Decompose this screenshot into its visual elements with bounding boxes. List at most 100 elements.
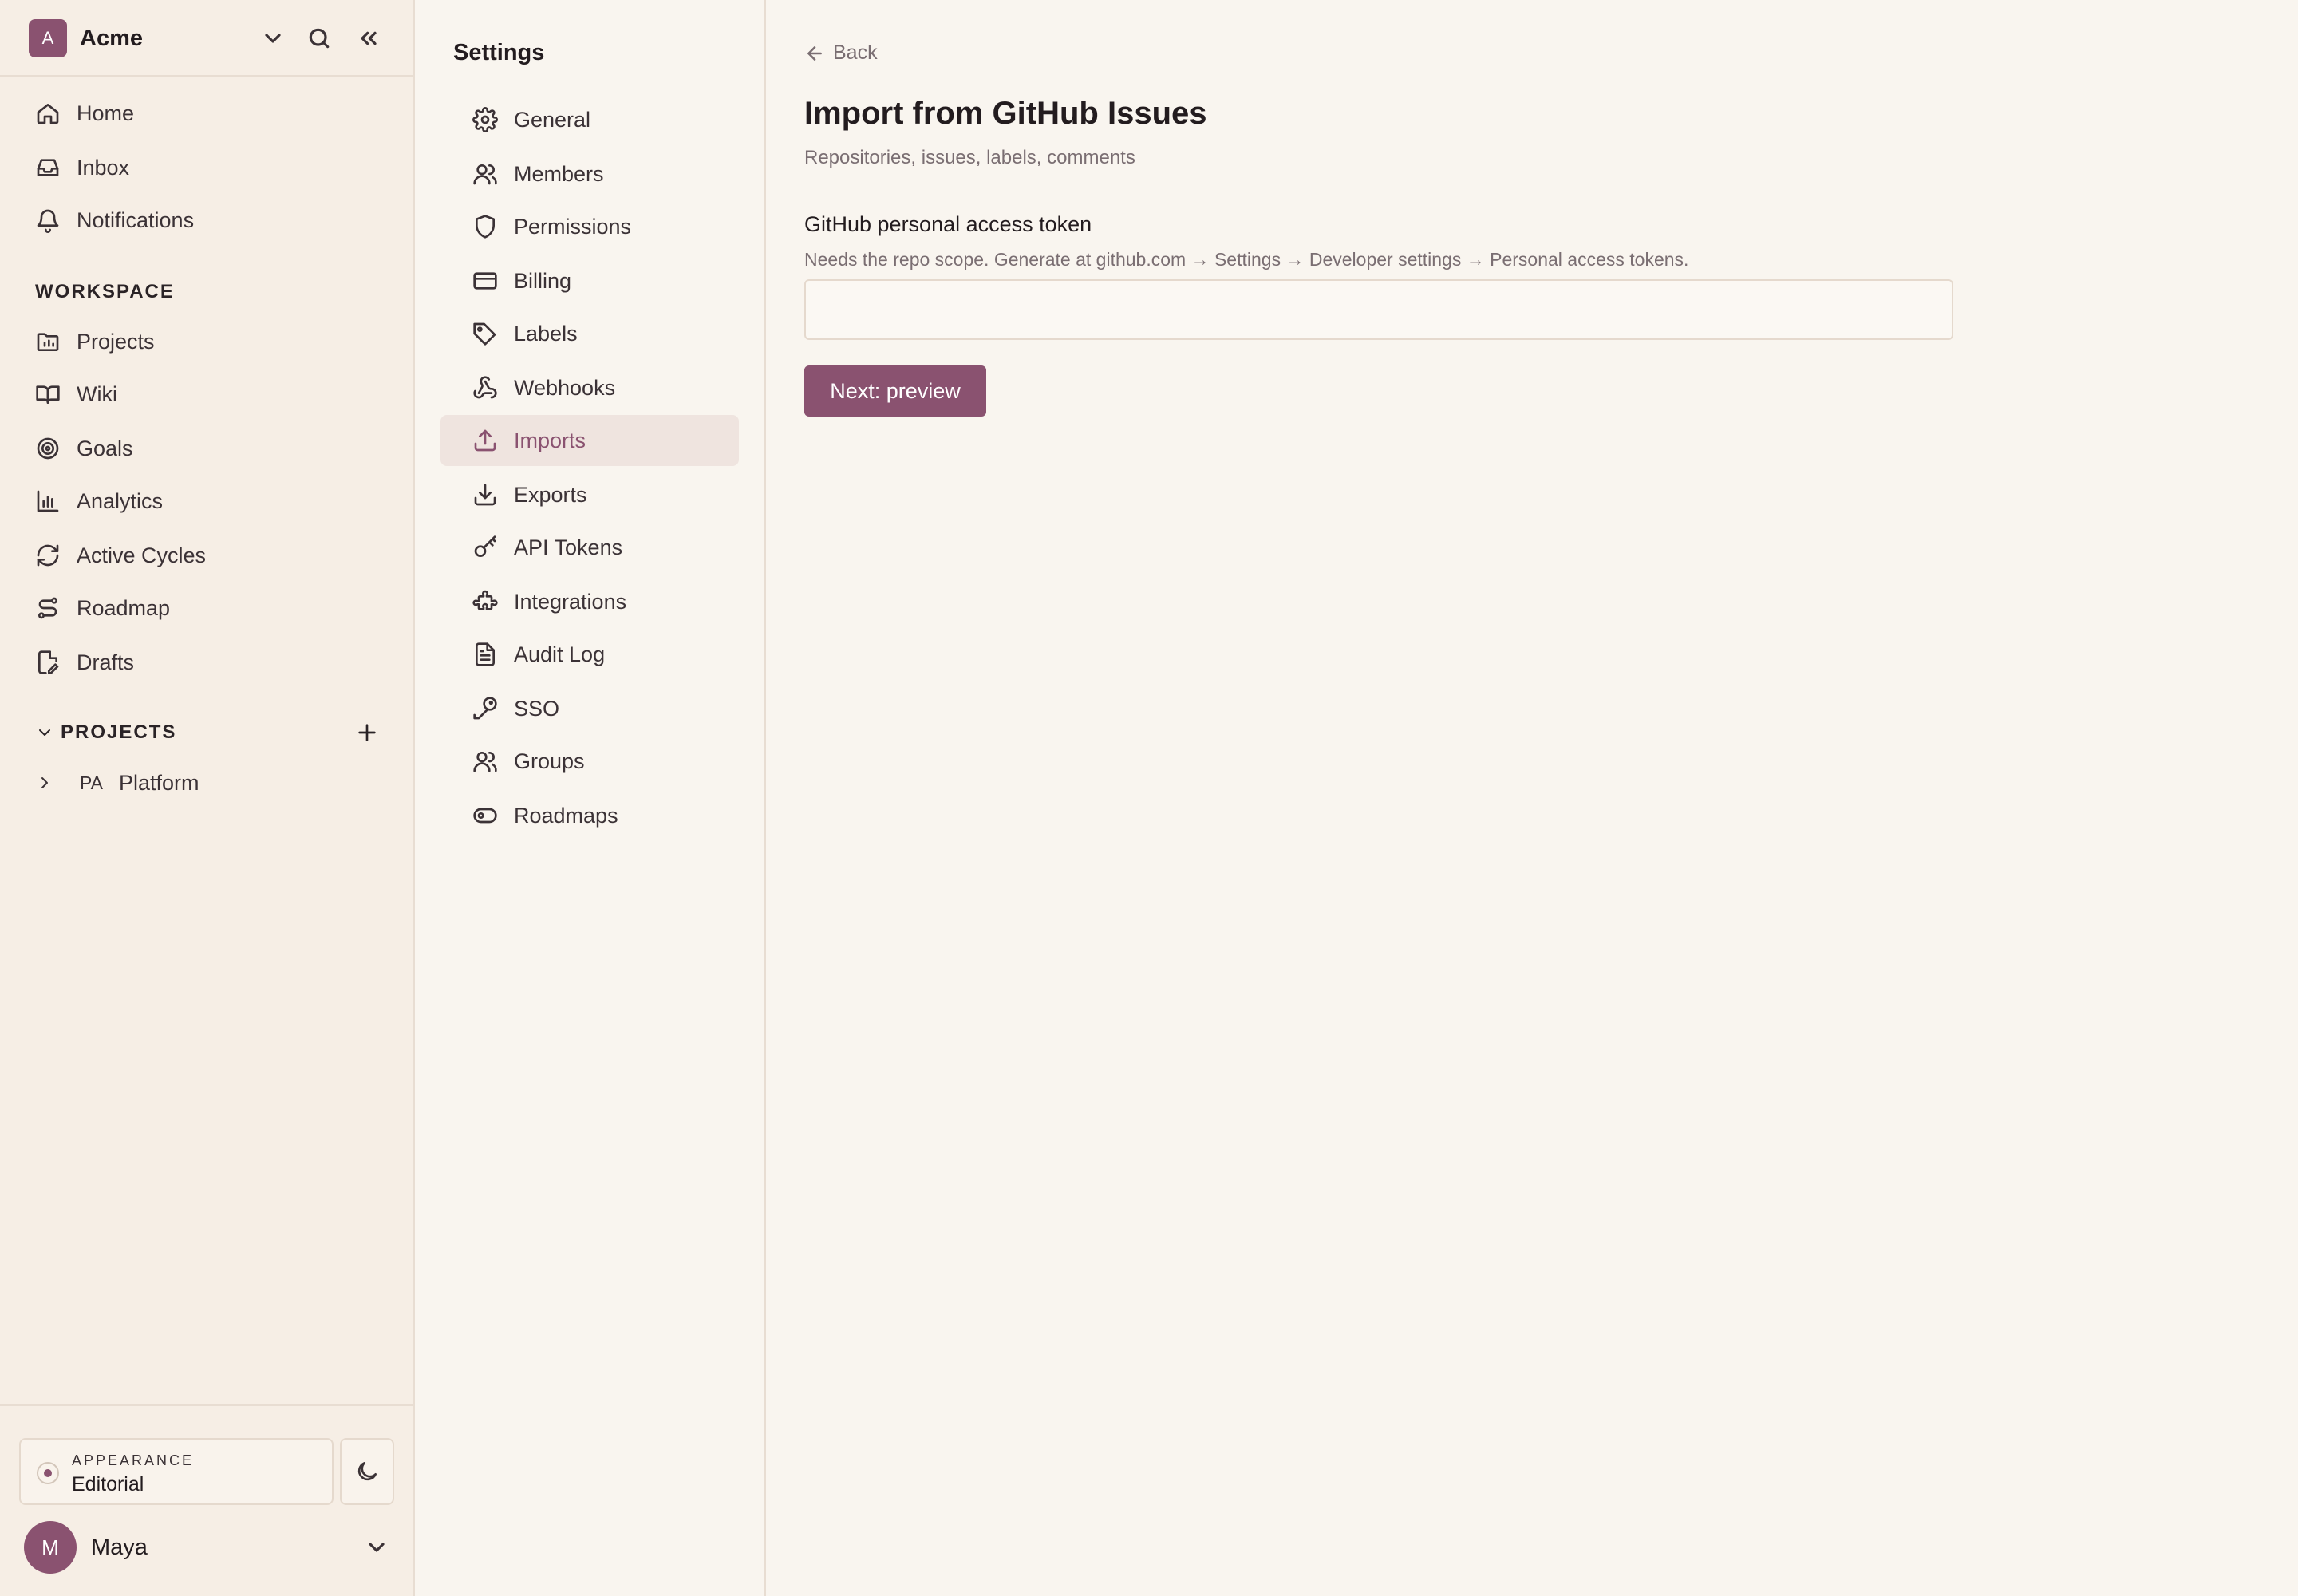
token-field-label: GitHub personal access token — [804, 212, 1092, 236]
settings-item-label: Members — [514, 161, 604, 186]
refresh-icon — [35, 543, 61, 568]
moon-icon — [354, 1459, 380, 1484]
settings-item-label: Labels — [514, 321, 578, 346]
back-label: Back — [833, 41, 878, 64]
avatar: M — [24, 1521, 77, 1574]
nav-label: Projects — [77, 329, 155, 354]
chevron-down-icon[interactable] — [364, 1535, 389, 1560]
app-sidebar: A Acme Home Inbox Notifications WORKSPAC… — [0, 0, 415, 1596]
appearance-selector[interactable]: APPEARANCE Editorial — [19, 1438, 334, 1505]
nav-label: Notifications — [77, 207, 195, 232]
settings-item-label: Permissions — [514, 214, 632, 239]
nav-roadmap[interactable]: Roadmap — [35, 587, 386, 629]
projects-section-title: PROJECTS — [61, 721, 177, 743]
plus-icon[interactable] — [354, 720, 380, 745]
page-subtitle: Repositories, issues, labels, comments — [804, 147, 1135, 168]
nav-analytics[interactable]: Analytics — [35, 480, 386, 522]
nav-wiki[interactable]: Wiki — [35, 373, 386, 415]
users-icon — [472, 749, 498, 774]
settings-title: Settings — [453, 40, 545, 65]
nav-label: Goals — [77, 436, 133, 460]
next-preview-button[interactable]: Next: preview — [804, 365, 986, 417]
divider — [0, 1404, 413, 1406]
nav-drafts[interactable]: Drafts — [35, 642, 386, 683]
project-item-platform[interactable]: PA Platform — [35, 763, 386, 803]
nav-label: Drafts — [77, 650, 135, 674]
nav-label: Analytics — [77, 488, 164, 513]
settings-item-members[interactable]: Members — [440, 148, 739, 200]
settings-item-label: General — [514, 107, 591, 132]
shield-icon — [472, 214, 498, 239]
settings-item-integrations[interactable]: Integrations — [440, 576, 739, 627]
settings-item-audit-log[interactable]: Audit Log — [440, 629, 739, 680]
settings-item-label: Groups — [514, 749, 585, 773]
nav-label: Home — [77, 101, 135, 125]
nav-label: Wiki — [77, 381, 117, 406]
settings-item-permissions[interactable]: Permissions — [440, 201, 739, 252]
nav-inbox[interactable]: Inbox — [35, 147, 386, 188]
project-name: Platform — [118, 770, 199, 795]
appearance-radio-icon — [37, 1462, 59, 1484]
projects-section-header[interactable]: PROJECTS — [35, 718, 386, 747]
settings-item-general[interactable]: General — [440, 94, 739, 145]
access-token-input[interactable] — [804, 279, 1953, 340]
route-icon — [35, 595, 61, 621]
nav-home[interactable]: Home — [35, 93, 386, 134]
appearance-value: Editorial — [72, 1473, 144, 1495]
main-content: Back Import from GitHub Issues Repositor… — [766, 0, 2298, 1596]
nav-projects[interactable]: Projects — [35, 321, 386, 362]
key-round-icon — [472, 696, 498, 721]
chevron-right-icon[interactable] — [35, 773, 54, 792]
home-icon — [35, 101, 61, 126]
settings-item-labels[interactable]: Labels — [440, 308, 739, 359]
settings-nav: Settings General Members Permissions Bil… — [415, 0, 766, 1596]
puzzle-icon — [472, 589, 498, 614]
settings-item-billing[interactable]: Billing — [440, 255, 739, 306]
project-abbr: PA — [80, 772, 103, 793]
divider — [0, 75, 413, 77]
chevron-down-icon[interactable] — [260, 26, 286, 51]
download-icon — [472, 482, 498, 508]
settings-item-webhooks[interactable]: Webhooks — [440, 362, 739, 413]
chevron-down-icon[interactable] — [35, 723, 54, 742]
token-field-help: Needs the repo scope. Generate at github… — [804, 249, 1689, 270]
bar-chart-icon — [35, 488, 61, 514]
workspace-name: Acme — [80, 25, 143, 51]
settings-item-sso[interactable]: SSO — [440, 683, 739, 734]
settings-item-label: Audit Log — [514, 642, 606, 666]
nav-label: Roadmap — [77, 595, 171, 620]
search-icon[interactable] — [306, 26, 332, 51]
inbox-icon — [35, 155, 61, 180]
workspace-section-title: WORKSPACE — [35, 281, 175, 302]
settings-item-label: Exports — [514, 482, 587, 507]
page-title: Import from GitHub Issues — [804, 96, 1207, 131]
settings-item-label: Webhooks — [514, 375, 616, 400]
settings-item-groups[interactable]: Groups — [440, 736, 739, 787]
target-icon — [35, 436, 61, 461]
settings-item-api-tokens[interactable]: API Tokens — [440, 522, 739, 573]
key-icon — [472, 535, 498, 560]
settings-item-label: API Tokens — [514, 535, 623, 559]
nav-label: Active Cycles — [77, 543, 207, 567]
toggle-icon — [472, 803, 498, 828]
workspace-switcher[interactable]: A Acme — [29, 19, 388, 57]
nav-goals[interactable]: Goals — [35, 428, 386, 469]
file-edit-icon — [35, 650, 61, 675]
collapse-sidebar-icon[interactable] — [356, 26, 381, 51]
settings-item-roadmaps[interactable]: Roadmaps — [440, 790, 739, 841]
nav-label: Inbox — [77, 155, 130, 180]
folder-chart-icon — [35, 329, 61, 354]
nav-notifications[interactable]: Notifications — [35, 200, 386, 241]
settings-item-imports[interactable]: Imports — [440, 415, 739, 466]
appearance-caption: APPEARANCE — [72, 1452, 195, 1468]
tag-icon — [472, 321, 498, 346]
theme-toggle-button[interactable] — [340, 1438, 394, 1505]
nav-active-cycles[interactable]: Active Cycles — [35, 535, 386, 576]
document-icon — [472, 642, 498, 667]
back-link[interactable]: Back — [804, 41, 878, 65]
user-icon — [472, 161, 498, 187]
user-menu[interactable]: M Maya — [24, 1521, 391, 1574]
settings-item-exports[interactable]: Exports — [440, 469, 739, 520]
arrow-left-icon — [804, 43, 825, 64]
book-icon — [35, 381, 61, 407]
